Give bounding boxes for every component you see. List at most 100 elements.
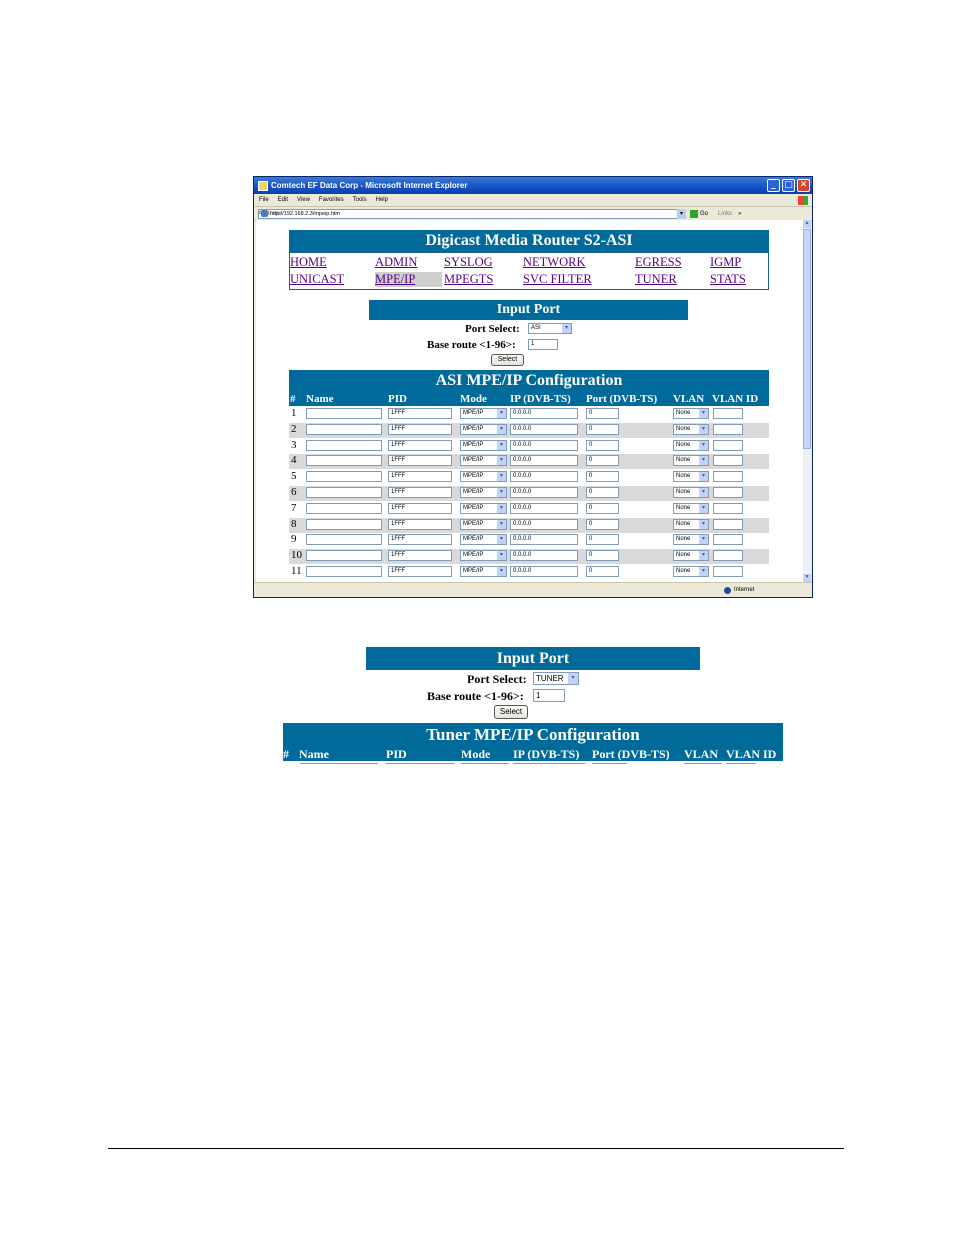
pid-input[interactable]: 1FFF (388, 518, 452, 530)
port-input[interactable]: 0 (586, 423, 619, 435)
ip-input[interactable] (513, 763, 585, 764)
port-input[interactable]: 0 (586, 502, 619, 514)
ip-input[interactable]: 0.0.0.0 (510, 534, 578, 546)
vlan-select[interactable]: None ▾ (673, 487, 709, 498)
mode-select[interactable]: MPE/IP ▾ (460, 455, 507, 467)
menu-file[interactable]: File (259, 197, 269, 203)
port-input[interactable]: 0 (586, 471, 619, 483)
name-input[interactable] (306, 423, 382, 435)
name-input[interactable] (306, 455, 382, 467)
ip-input[interactable]: 0.0.0.0 (510, 439, 578, 451)
base-route-input-2[interactable]: 1 (533, 689, 565, 702)
vlanid-input[interactable] (713, 439, 743, 451)
nav-igmp[interactable]: IGMP (710, 255, 741, 270)
port-input[interactable]: 0 (586, 550, 619, 562)
name-input[interactable] (306, 408, 382, 419)
base-route-input[interactable]: 1 (528, 339, 558, 350)
vlanid-input[interactable] (713, 487, 743, 498)
port-input[interactable]: 0 (586, 534, 619, 546)
close-button[interactable]: ✕ (797, 179, 810, 192)
ip-input[interactable]: 0.0.0.0 (510, 471, 578, 483)
vlanid-input[interactable] (713, 502, 743, 514)
scroll-thumb[interactable] (803, 229, 811, 449)
vlan-select[interactable]: None ▾ (673, 534, 709, 546)
port-input[interactable]: 0 (586, 487, 619, 498)
nav-network[interactable]: NETWORK (523, 255, 586, 270)
mode-select[interactable]: MPE/IP ▾ (460, 502, 507, 514)
name-input[interactable] (306, 566, 382, 577)
chevron-down-icon[interactable]: ▾ (677, 208, 686, 219)
pid-input[interactable]: 1FFF (388, 439, 452, 451)
nav-stats[interactable]: STATS (710, 272, 746, 287)
name-input[interactable] (306, 502, 382, 514)
menu-view[interactable]: View (297, 197, 310, 203)
mode-select[interactable]: MPE/IP ▾ (460, 550, 507, 562)
pid-input[interactable] (386, 763, 454, 764)
vlanid-input[interactable] (713, 518, 743, 530)
nav-admin[interactable]: ADMIN (375, 255, 417, 270)
select-button-2[interactable]: Select (494, 705, 528, 719)
name-input[interactable] (300, 763, 378, 764)
nav-egress[interactable]: EGRESS (635, 255, 682, 270)
pid-input[interactable]: 1FFF (388, 423, 452, 435)
mode-select[interactable]: MPE/IP ▾ (460, 487, 507, 498)
name-input[interactable] (306, 534, 382, 546)
nav-home[interactable]: HOME (290, 255, 327, 270)
scroll-down-button[interactable]: ▼ (803, 574, 811, 582)
vlan-select[interactable]: None ▾ (673, 423, 709, 435)
vlan-select[interactable]: None ▾ (673, 455, 709, 467)
pid-input[interactable]: 1FFF (388, 408, 452, 419)
port-input[interactable] (592, 763, 627, 764)
mode-select[interactable]: MPE/IP ▾ (460, 534, 507, 546)
links-label[interactable]: Links (718, 211, 732, 217)
mode-select[interactable]: MPE/IP ▾ (460, 439, 507, 451)
vlanid-input[interactable] (726, 763, 756, 764)
maximize-button[interactable]: □ (782, 179, 795, 192)
menu-edit[interactable]: Edit (278, 197, 288, 203)
vlan-select[interactable]: None ▾ (673, 550, 709, 562)
name-input[interactable] (306, 471, 382, 483)
vlan-select[interactable]: None ▾ (673, 518, 709, 530)
ip-input[interactable]: 0.0.0.0 (510, 423, 578, 435)
menu-favorites[interactable]: Favorites (319, 197, 344, 203)
pid-input[interactable]: 1FFF (388, 550, 452, 562)
address-input[interactable]: http://192.168.2.3/mpeip.htm (258, 208, 686, 219)
name-input[interactable] (306, 439, 382, 451)
select-button[interactable]: Select (491, 354, 524, 366)
nav-tuner[interactable]: TUNER (635, 272, 677, 287)
vlan-select[interactable] (684, 763, 722, 764)
mode-select[interactable]: MPE/IP ▾ (460, 408, 507, 419)
vlanid-input[interactable] (713, 423, 743, 435)
port-input[interactable]: 0 (586, 439, 619, 451)
nav-syslog[interactable]: SYSLOG (444, 255, 493, 270)
vlanid-input[interactable] (713, 550, 743, 562)
vlanid-input[interactable] (713, 408, 743, 419)
vlan-select[interactable]: None ▾ (673, 471, 709, 483)
mode-select[interactable]: MPE/IP ▾ (460, 471, 507, 483)
ip-input[interactable]: 0.0.0.0 (510, 487, 578, 498)
mode-select[interactable]: MPE/IP ▾ (460, 518, 507, 530)
ip-input[interactable]: 0.0.0.0 (510, 455, 578, 467)
vlan-select[interactable]: None ▾ (673, 408, 709, 419)
vlanid-input[interactable] (713, 534, 743, 546)
links-chevron[interactable]: » (738, 211, 741, 217)
ip-input[interactable]: 0.0.0.0 (510, 408, 578, 419)
port-input[interactable]: 0 (586, 455, 619, 467)
menu-help[interactable]: Help (376, 197, 388, 203)
port-input[interactable]: 0 (586, 518, 619, 530)
menu-tools[interactable]: Tools (353, 197, 367, 203)
nav-mpeip[interactable]: MPE/IP (375, 272, 442, 287)
nav-svcfilter[interactable]: SVC FILTER (523, 272, 592, 287)
name-input[interactable] (306, 487, 382, 498)
pid-input[interactable]: 1FFF (388, 471, 452, 483)
scroll-up-button[interactable]: ▲ (803, 220, 811, 228)
name-input[interactable] (306, 550, 382, 562)
port-input[interactable]: 0 (586, 566, 619, 577)
pid-input[interactable]: 1FFF (388, 455, 452, 467)
vlanid-input[interactable] (713, 566, 743, 577)
ip-input[interactable]: 0.0.0.0 (510, 502, 578, 514)
ip-input[interactable]: 0.0.0.0 (510, 566, 578, 577)
pid-input[interactable]: 1FFF (388, 502, 452, 514)
vlan-select[interactable]: None ▾ (673, 502, 709, 514)
port-select-dropdown-2[interactable]: TUNER ▾ (533, 672, 579, 685)
